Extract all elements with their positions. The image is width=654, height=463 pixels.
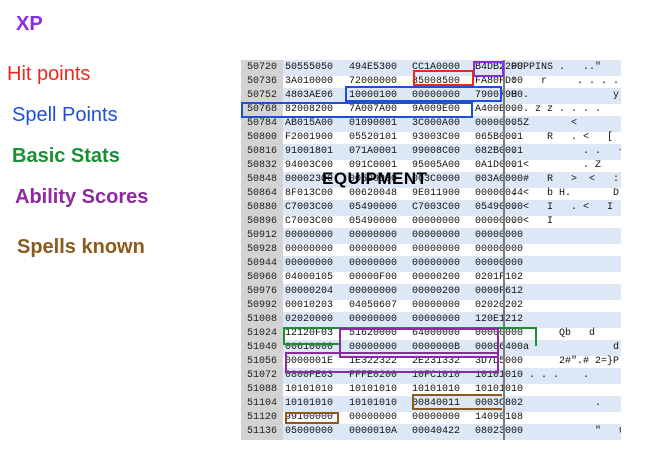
legend-xp: XP: [16, 13, 43, 35]
legend-spells-known: Spells known: [17, 236, 145, 258]
legend-basic-stats: Basic Stats: [12, 145, 120, 167]
hex-cell[interactable]: 05000000: [285, 424, 333, 440]
hex-ascii-separator: [503, 60, 505, 440]
legend-spell-points: Spell Points: [12, 104, 118, 126]
hex-cell[interactable]: 0000010A: [349, 424, 397, 440]
legend-hit-points: Hit points: [7, 63, 91, 85]
row-offset: 51136: [241, 424, 283, 440]
legend-panel: XP Hit points Spell Points Basic Stats A…: [0, 0, 230, 463]
ascii-cell: " 0: [511, 426, 621, 437]
legend-ability-scores: Ability Scores: [15, 186, 149, 208]
hex-cell[interactable]: 00040422: [412, 424, 460, 440]
hex-editor-view[interactable]: 50720 50555050 494E5300 CC1A0000 B4DB2200 PUP…: [241, 60, 621, 440]
equipment-label: EQUIPMENT: [322, 169, 428, 188]
hex-row[interactable]: 51136 05000000 0000010A 00040422 08023000 " …: [241, 424, 621, 440]
